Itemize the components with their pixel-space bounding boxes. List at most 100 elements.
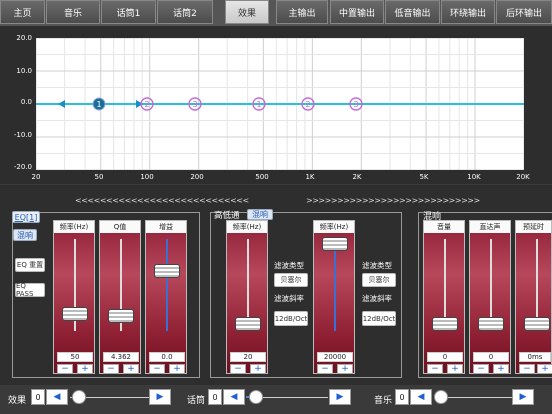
decrement-button[interactable]: − — [230, 364, 246, 374]
mic-slider-thumb[interactable] — [249, 390, 263, 404]
eq-freq-strip: 频率(Hz) 50 − + — [53, 220, 95, 374]
strip-value[interactable]: 50 — [57, 352, 93, 362]
strip-value[interactable]: 4.362 — [103, 352, 139, 362]
strip-value[interactable]: 20 — [230, 352, 266, 362]
increment-button[interactable]: + — [250, 364, 266, 374]
strip-value[interactable]: 0 — [427, 352, 463, 362]
highpass-type-select[interactable]: 贝塞尔 — [274, 273, 308, 287]
x-tick-label: 20K — [516, 173, 530, 181]
strip-title: 直达声 — [470, 221, 510, 233]
increment-button[interactable]: + — [493, 364, 509, 374]
increment-button[interactable]: + — [337, 364, 353, 374]
increment-button[interactable]: + — [447, 364, 463, 374]
strip-value[interactable]: 0.0 — [149, 352, 185, 362]
increment-button[interactable]: + — [77, 364, 93, 374]
tab-bass-output[interactable]: 低音输出 — [385, 0, 440, 24]
reverb-direct-strip: 直达声 0 − + — [469, 220, 511, 374]
eq-reset-button[interactable]: EQ 重置 — [15, 258, 45, 272]
band-node-label: 2 — [144, 100, 149, 109]
music-decrease-button[interactable]: ◀ — [410, 389, 432, 405]
slider-knob[interactable] — [62, 307, 88, 321]
decrement-button[interactable]: − — [103, 364, 119, 374]
strip-title: 增益 — [146, 221, 186, 233]
slider-knob[interactable] — [524, 317, 550, 331]
increment-button[interactable]: + — [537, 364, 552, 374]
strip-title: 音量 — [424, 221, 464, 233]
mic-decrease-button[interactable]: ◀ — [223, 389, 245, 405]
eq-q-strip: Q值 4.362 − + — [99, 220, 141, 374]
slider-knob[interactable] — [235, 317, 261, 331]
effect-increase-button[interactable]: ▶ — [149, 389, 171, 405]
x-tick-label: 2K — [352, 173, 362, 181]
highpass-slope-label: 滤波斜率 — [274, 294, 304, 303]
strip-title: 频率(Hz) — [314, 221, 354, 233]
y-tick-label: 20.0 — [16, 34, 32, 42]
mic-slider-track — [252, 397, 328, 398]
tab-home[interactable]: 主页 — [0, 0, 45, 24]
highpass-type-label: 滤波类型 — [274, 261, 304, 270]
music-level-value[interactable]: 0 — [395, 389, 409, 405]
highpass-slope-select[interactable]: 12dB/Oct — [274, 311, 308, 326]
tab-music[interactable]: 音乐 — [46, 0, 100, 24]
effect-level-label: 效果 — [8, 396, 27, 406]
mic-increase-button[interactable]: ▶ — [329, 389, 351, 405]
band-node-label: 2 — [305, 100, 310, 109]
x-tick-label: 500 — [255, 173, 269, 181]
tab-rear-surround-output[interactable]: 后环输出 — [496, 0, 552, 24]
eq-reverb-tab[interactable]: 混响 — [13, 229, 37, 241]
y-tick-label: 10.0 — [16, 67, 32, 75]
music-increase-button[interactable]: ▶ — [512, 389, 534, 405]
decrement-button[interactable]: − — [317, 364, 333, 374]
scroll-hint: <<<<<<<<<<<<<<<<<<<<<<<<<<<< >>>>>>>>>>>… — [0, 196, 552, 208]
strip-title: Q值 — [100, 221, 140, 233]
decrement-button[interactable]: − — [57, 364, 73, 374]
slider-knob[interactable] — [154, 264, 180, 278]
slider-knob[interactable] — [432, 317, 458, 331]
x-tick-label: 200 — [190, 173, 204, 181]
tab-mic1[interactable]: 话筒1 — [101, 0, 156, 24]
band-node-label: 3 — [353, 100, 358, 109]
mic-level-value[interactable]: 0 — [208, 389, 222, 405]
strip-title: 频率(Hz) — [227, 221, 267, 233]
slider-knob[interactable] — [322, 237, 348, 251]
eq-pass-button[interactable]: EQ PASS — [15, 282, 45, 298]
strip-value[interactable]: 20000 — [317, 352, 353, 362]
tab-center-output[interactable]: 中置输出 — [330, 0, 384, 24]
tab-effect[interactable]: 效果 — [225, 0, 269, 24]
band-node-label: 3 — [192, 100, 197, 109]
strip-title: 频率(Hz) — [54, 221, 94, 233]
scroll-right-arrows: >>>>>>>>>>>>>>>>>>>>>>>>>>>> — [306, 196, 480, 205]
effect-slider-thumb[interactable] — [72, 390, 86, 404]
tab-main-output[interactable]: 主输出 — [276, 0, 328, 24]
y-tick-label: 0.0 — [20, 98, 32, 106]
decrement-button[interactable]: − — [473, 364, 489, 374]
tab-surround-output[interactable]: 环绕输出 — [441, 0, 495, 24]
x-tick-label: 5K — [419, 173, 429, 181]
increment-button[interactable]: + — [169, 364, 185, 374]
eq-plot-area[interactable]: 1 2 3 1 2 3 — [36, 38, 524, 170]
tab-mic2[interactable]: 话筒2 — [157, 0, 213, 24]
increment-button[interactable]: + — [123, 364, 139, 374]
band-node-label: 1 — [96, 100, 101, 109]
slider-knob[interactable] — [108, 309, 134, 323]
mic-level-label: 话筒 — [187, 396, 206, 406]
lowpass-slope-select[interactable]: 12dB/Oct — [362, 311, 396, 326]
decrement-button[interactable]: − — [427, 364, 443, 374]
reverb-predelay-strip: 预延时 0ms − + — [515, 220, 552, 374]
effect-decrease-button[interactable]: ◀ — [46, 389, 68, 405]
lowpass-type-select[interactable]: 贝塞尔 — [362, 273, 396, 287]
eq-band-tab[interactable]: EQ[1] — [12, 211, 40, 223]
x-tick-label: 20 — [31, 173, 41, 181]
decrement-button[interactable]: − — [149, 364, 165, 374]
reverb-volume-strip: 音量 0 − + — [423, 220, 465, 374]
slider-knob[interactable] — [478, 317, 504, 331]
strip-value[interactable]: 0 — [473, 352, 509, 362]
slider-track — [334, 239, 336, 331]
filter-reverb-tab[interactable]: 混响 — [247, 209, 273, 220]
music-slider-thumb[interactable] — [434, 390, 448, 404]
highpass-freq-strip: 频率(Hz) 20 − + — [226, 220, 268, 374]
slider-track — [166, 239, 168, 331]
strip-value[interactable]: 0ms — [519, 352, 551, 362]
effect-level-value[interactable]: 0 — [31, 389, 45, 405]
decrement-button[interactable]: − — [519, 364, 535, 374]
